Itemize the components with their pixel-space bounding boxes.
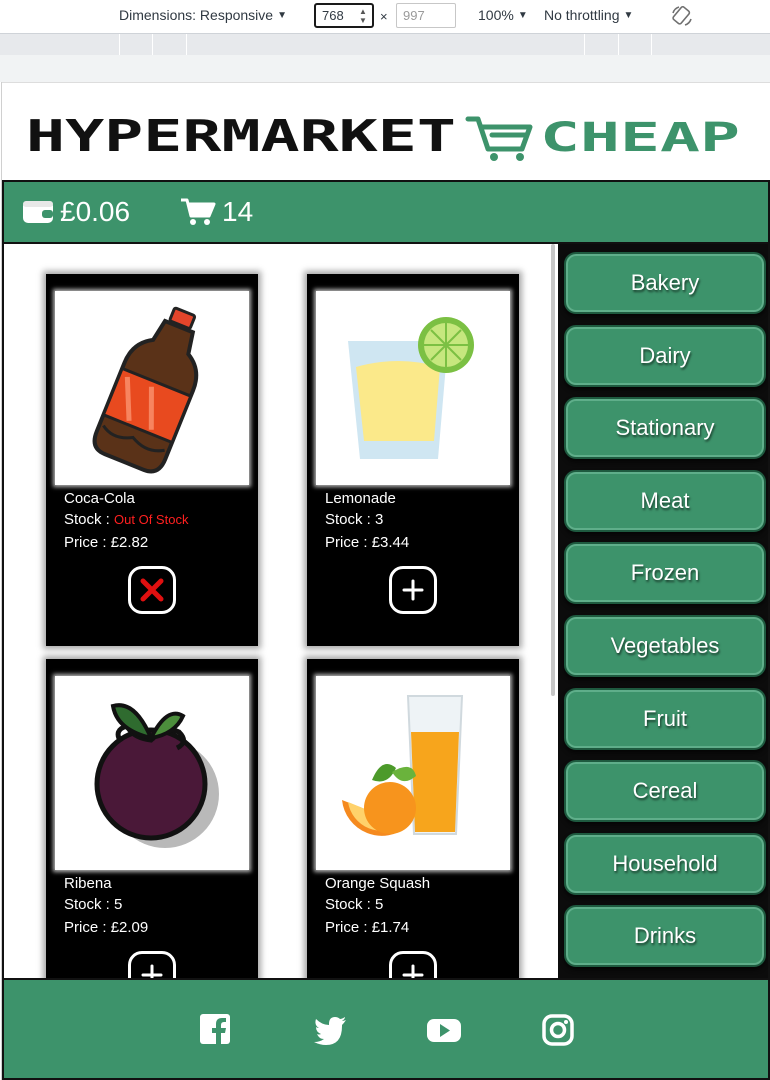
throttling-label: No throttling (544, 7, 620, 23)
hypermarket-cheap-logo[interactable]: HYPERMARKET CHEAP (26, 113, 746, 163)
price-value: £1.74 (371, 919, 410, 936)
category-button-frozen[interactable]: Frozen (564, 542, 766, 604)
instagram-icon[interactable] (540, 1012, 576, 1048)
facebook-icon[interactable] (198, 1012, 234, 1048)
product-name: Orange Squash (325, 875, 431, 892)
stock-label: Stock : (64, 896, 110, 913)
status-bar: £0.06 14 (2, 180, 770, 244)
category-button-vegetables[interactable]: Vegetables (564, 615, 766, 677)
category-button-drinks[interactable]: Drinks (564, 905, 766, 967)
add-to-cart-button[interactable] (128, 951, 176, 978)
rotate-icon[interactable] (670, 4, 694, 28)
price-value: £2.82 (110, 534, 149, 551)
svg-text:CHEAP: CHEAP (540, 115, 740, 161)
plus-icon (402, 964, 424, 978)
price-label: Price : (64, 534, 107, 551)
wallet-balance: £0.06 (60, 196, 131, 227)
zoom-label: 100% (478, 7, 514, 23)
twitter-icon[interactable] (312, 1012, 348, 1048)
media-query-ruler (0, 33, 770, 56)
price-label: Price : (64, 919, 107, 936)
product-stock: Stock : Out Of Stock (64, 511, 188, 528)
height-input[interactable]: 997 (396, 3, 456, 28)
width-input[interactable]: 768 ▲ ▼ (314, 3, 374, 28)
spinner-icon[interactable]: ▲ ▼ (358, 7, 368, 25)
chevron-down-icon: ▼ (517, 9, 528, 21)
product-price: Price : £2.82 (64, 534, 148, 551)
product-image (55, 676, 249, 870)
product-name: Ribena (64, 875, 112, 892)
category-button-bakery[interactable]: Bakery (564, 252, 766, 314)
zoom-dropdown[interactable]: 100% ▼ (478, 7, 528, 23)
throttling-dropdown[interactable]: No throttling ▼ (544, 7, 633, 23)
price-label: Price : (325, 534, 368, 551)
cart-count: 14 (222, 196, 254, 227)
add-to-cart-button[interactable] (389, 566, 437, 614)
blackcurrant-icon (94, 703, 219, 848)
stock-label: Stock : (325, 511, 371, 528)
stock-value: 3 (375, 511, 384, 528)
product-image (316, 291, 510, 485)
page-viewport: HYPERMARKET CHEAP £0.06 14 Coca-Cola Sto… (1, 82, 770, 1080)
product-card: Orange Squash Stock : 5 Price : £1.74 (307, 659, 519, 978)
height-placeholder: 997 (403, 8, 425, 23)
chevron-down-icon: ▼ (277, 9, 287, 21)
dimensions-dropdown[interactable]: Dimensions: Responsive ▼ (119, 7, 287, 23)
product-name: Coca-Cola (64, 490, 135, 507)
price-value: £3.44 (371, 534, 410, 551)
price-label: Price : (325, 919, 368, 936)
product-stock: Stock : 5 (325, 896, 383, 913)
product-price: Price : £2.09 (64, 919, 148, 936)
content-scrollbar[interactable] (551, 244, 555, 696)
plus-icon (141, 964, 163, 978)
category-button-meat[interactable]: Meat (564, 470, 766, 532)
site-footer (2, 978, 770, 1080)
orange-juice-icon (342, 695, 464, 836)
stock-value: Out Of Stock (114, 512, 189, 527)
shopping-cart-icon[interactable] (180, 197, 216, 227)
plus-icon (402, 579, 424, 601)
youtube-icon[interactable] (426, 1012, 462, 1048)
product-name: Lemonade (325, 490, 396, 507)
times-sign: × (380, 9, 388, 24)
stock-label: Stock : (325, 896, 371, 913)
product-card: Lemonade Stock : 3 Price : £3.44 (307, 274, 519, 646)
product-card: Coca-Cola Stock : Out Of Stock Price : £… (46, 274, 258, 646)
category-sidebar: Bakery Dairy Stationary Meat Frozen Vege… (558, 244, 770, 978)
out-of-stock-button[interactable] (128, 566, 176, 614)
product-price: Price : £1.74 (325, 919, 409, 936)
svg-text:HYPERMARKET: HYPERMARKET (26, 113, 456, 162)
width-value: 768 (322, 8, 344, 23)
lemonade-glass-icon (348, 317, 474, 459)
product-card: Ribena Stock : 5 Price : £2.09 (46, 659, 258, 978)
product-image (55, 291, 249, 485)
stock-value: 5 (114, 896, 123, 913)
ruler-gap (0, 55, 770, 82)
stock-value: 5 (375, 896, 384, 913)
product-price: Price : £3.44 (325, 534, 409, 551)
category-button-fruit[interactable]: Fruit (564, 688, 766, 750)
site-header: HYPERMARKET CHEAP (2, 82, 770, 180)
product-stock: Stock : 5 (64, 896, 122, 913)
price-value: £2.09 (110, 919, 149, 936)
category-button-cereal[interactable]: Cereal (564, 760, 766, 822)
stock-label: Stock : (64, 511, 110, 528)
category-button-household[interactable]: Household (564, 833, 766, 895)
wallet-icon (23, 201, 53, 223)
category-button-dairy[interactable]: Dairy (564, 325, 766, 387)
wallet: £0.06 (22, 196, 130, 228)
add-to-cart-button[interactable] (389, 951, 437, 978)
cola-bottle-icon (92, 306, 199, 474)
chevron-down-icon: ▼ (623, 9, 634, 21)
close-icon (140, 578, 164, 602)
product-stock: Stock : 3 (325, 511, 383, 528)
product-grid: Coca-Cola Stock : Out Of Stock Price : £… (2, 244, 558, 978)
product-image (316, 676, 510, 870)
category-button-stationary[interactable]: Stationary (564, 397, 766, 459)
devtools-toolbar: Dimensions: Responsive ▼ 768 ▲ ▼ × 997 10… (0, 0, 770, 32)
cart[interactable]: 14 (180, 196, 253, 228)
dimensions-label: Dimensions: Responsive (119, 7, 274, 23)
